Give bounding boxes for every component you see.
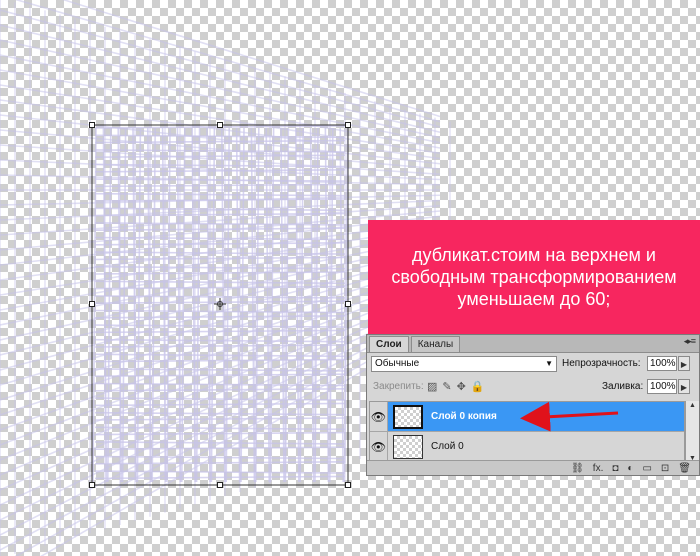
- layers-panel: Слои Каналы ◂▸≡ Обычные ▼ Непрозрачность…: [366, 334, 700, 476]
- mask-icon[interactable]: ◘: [612, 463, 618, 474]
- tab-channels[interactable]: Каналы: [410, 336, 461, 352]
- instruction-text: дубликат.стоим на верхнем и свободным тр…: [391, 245, 677, 309]
- eye-icon[interactable]: 👁: [370, 402, 388, 431]
- chevron-down-icon: ▼: [545, 359, 553, 368]
- lock-position-icon[interactable]: ✥: [457, 380, 466, 393]
- panel-footer: ⛓ fx. ◘ ◐ ▭ ⊡ 🗑: [367, 460, 699, 475]
- fill-arrow-icon[interactable]: ▶: [678, 379, 690, 394]
- fill-input[interactable]: 100%: [647, 379, 677, 394]
- panel-menu-icon[interactable]: ◂▸≡: [684, 336, 696, 347]
- fill-label: Заливка:: [602, 381, 644, 392]
- lock-all-icon[interactable]: 🔒: [471, 380, 485, 393]
- lock-brush-icon[interactable]: ✎: [442, 380, 451, 393]
- trash-icon[interactable]: 🗑: [678, 463, 691, 474]
- transform-handle-left[interactable]: [89, 301, 95, 307]
- layer-row-base[interactable]: 👁 Слой 0: [370, 432, 684, 462]
- tab-layers[interactable]: Слои: [369, 336, 409, 352]
- transform-handle-bottom[interactable]: [217, 482, 223, 488]
- layers-scrollbar[interactable]: ▲ ▼: [685, 401, 699, 463]
- blend-mode-select[interactable]: Обычные ▼: [371, 356, 557, 372]
- layer-name: Слой 0 копия: [431, 411, 497, 422]
- layer-row-copy[interactable]: 👁 Слой 0 копия: [370, 402, 684, 432]
- panel-tabbar: Слои Каналы ◂▸≡: [367, 335, 699, 353]
- layer-thumbnail: [393, 434, 423, 459]
- transform-handle-top-left[interactable]: [89, 122, 95, 128]
- layer-name: Слой 0: [431, 441, 464, 452]
- layers-list: 👁 Слой 0 копия 👁 Слой 0: [369, 401, 685, 463]
- transform-handle-bottom-left[interactable]: [89, 482, 95, 488]
- transform-handle-top[interactable]: [217, 122, 223, 128]
- blend-mode-value: Обычные: [375, 358, 420, 369]
- fx-icon[interactable]: fx.: [593, 463, 604, 474]
- transform-handle-top-right[interactable]: [345, 122, 351, 128]
- scroll-up-icon[interactable]: ▲: [686, 402, 699, 409]
- opacity-input[interactable]: 100%: [647, 356, 677, 371]
- link-icon[interactable]: ⛓: [571, 463, 584, 474]
- adjustment-icon[interactable]: ◐: [627, 463, 633, 474]
- opacity-label: Непрозрачность:: [562, 358, 641, 369]
- lock-transparency-icon[interactable]: ▨: [427, 380, 437, 393]
- transform-handle-right[interactable]: [345, 301, 351, 307]
- eye-icon[interactable]: 👁: [370, 432, 388, 461]
- layer-thumbnail: [393, 404, 423, 429]
- group-icon[interactable]: ▭: [642, 463, 651, 474]
- lock-label: Закрепить:: [373, 381, 424, 392]
- instruction-callout: дубликат.стоим на верхнем и свободным тр…: [368, 220, 700, 334]
- new-layer-icon[interactable]: ⊡: [661, 463, 669, 474]
- transform-handle-bottom-right[interactable]: [345, 482, 351, 488]
- opacity-arrow-icon[interactable]: ▶: [678, 356, 690, 371]
